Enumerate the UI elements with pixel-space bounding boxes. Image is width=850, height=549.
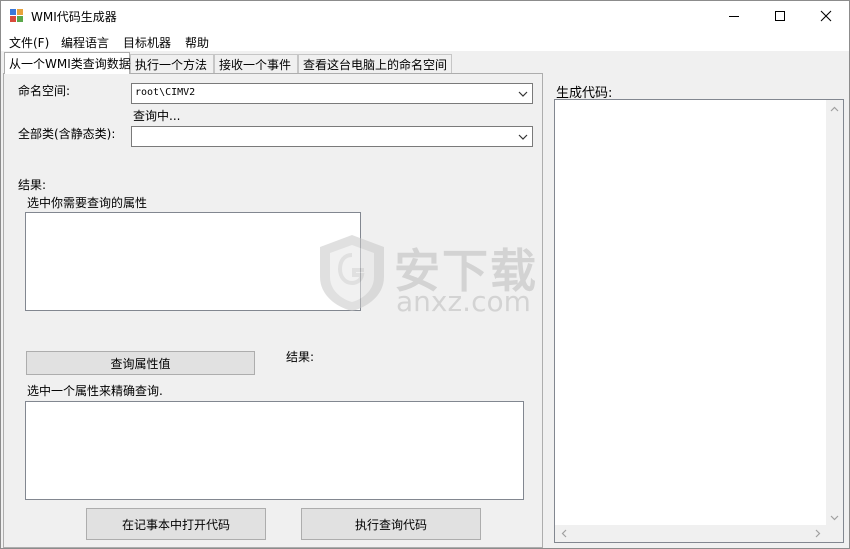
execute-query-button[interactable]: 执行查询代码 — [301, 508, 481, 540]
status-text: 查询中... — [133, 109, 181, 123]
maximize-button[interactable] — [757, 1, 803, 31]
menu-language[interactable]: 编程语言 — [61, 34, 109, 51]
tab-browse-namespaces[interactable]: 查看这台电脑上的命名空间 — [298, 54, 452, 73]
watermark: 安下载 anxz.com — [316, 233, 546, 318]
scroll-down-icon[interactable] — [826, 509, 843, 526]
refine-query-label: 选中一个属性来精确查询. — [27, 384, 163, 398]
menu-help[interactable]: 帮助 — [185, 34, 209, 51]
scroll-left-icon[interactable] — [555, 525, 572, 542]
results-label-2: 结果: — [286, 350, 315, 364]
namespace-value: root\CIMV2 — [135, 87, 196, 98]
scrollbar-corner — [826, 525, 843, 542]
app-window-icon — [10, 9, 24, 23]
tab-query-class[interactable]: 从一个WMI类查询数据 — [4, 52, 131, 74]
shield-logo-icon — [320, 235, 384, 311]
main-window: WMI代码生成器 文件(F) 编程语言 目标机器 帮助 从一个WMI类查询数据 … — [0, 0, 850, 549]
menu-bar: 文件(F) 编程语言 目标机器 帮助 — [1, 31, 849, 51]
window-title: WMI代码生成器 — [31, 10, 117, 24]
properties-listbox[interactable] — [25, 212, 361, 311]
scroll-up-icon[interactable] — [826, 100, 843, 117]
minimize-button[interactable] — [711, 1, 757, 31]
close-icon — [820, 10, 832, 22]
tab-execute-method[interactable]: 执行一个方法 — [130, 54, 214, 73]
classes-combo[interactable] — [131, 126, 533, 147]
watermark-en: anxz.com — [396, 285, 531, 318]
namespace-label: 命名空间: — [18, 84, 71, 98]
query-values-button[interactable]: 查询属性值 — [26, 351, 255, 375]
open-in-notepad-button[interactable]: 在记事本中打开代码 — [86, 508, 266, 540]
results-label: 结果: — [18, 178, 47, 192]
tab-receive-event[interactable]: 接收一个事件 — [214, 54, 298, 73]
chevron-down-icon — [518, 91, 528, 97]
classes-label: 全部类(含静态类): — [18, 127, 116, 141]
minimize-icon — [729, 16, 739, 17]
maximize-icon — [775, 11, 785, 21]
generated-code-textbox[interactable] — [554, 99, 844, 543]
horizontal-scrollbar[interactable] — [555, 525, 826, 542]
select-properties-label: 选中你需要查询的属性 — [27, 196, 148, 210]
scroll-right-icon[interactable] — [809, 525, 826, 542]
title-bar: WMI代码生成器 — [1, 1, 849, 31]
namespace-combo[interactable]: root\CIMV2 — [131, 83, 533, 104]
close-button[interactable] — [803, 1, 849, 31]
refine-listbox[interactable] — [25, 401, 524, 500]
menu-target-machine[interactable]: 目标机器 — [123, 34, 171, 51]
chevron-down-icon — [518, 134, 528, 140]
menu-file[interactable]: 文件(F) — [9, 34, 49, 51]
vertical-scrollbar[interactable] — [826, 100, 843, 526]
